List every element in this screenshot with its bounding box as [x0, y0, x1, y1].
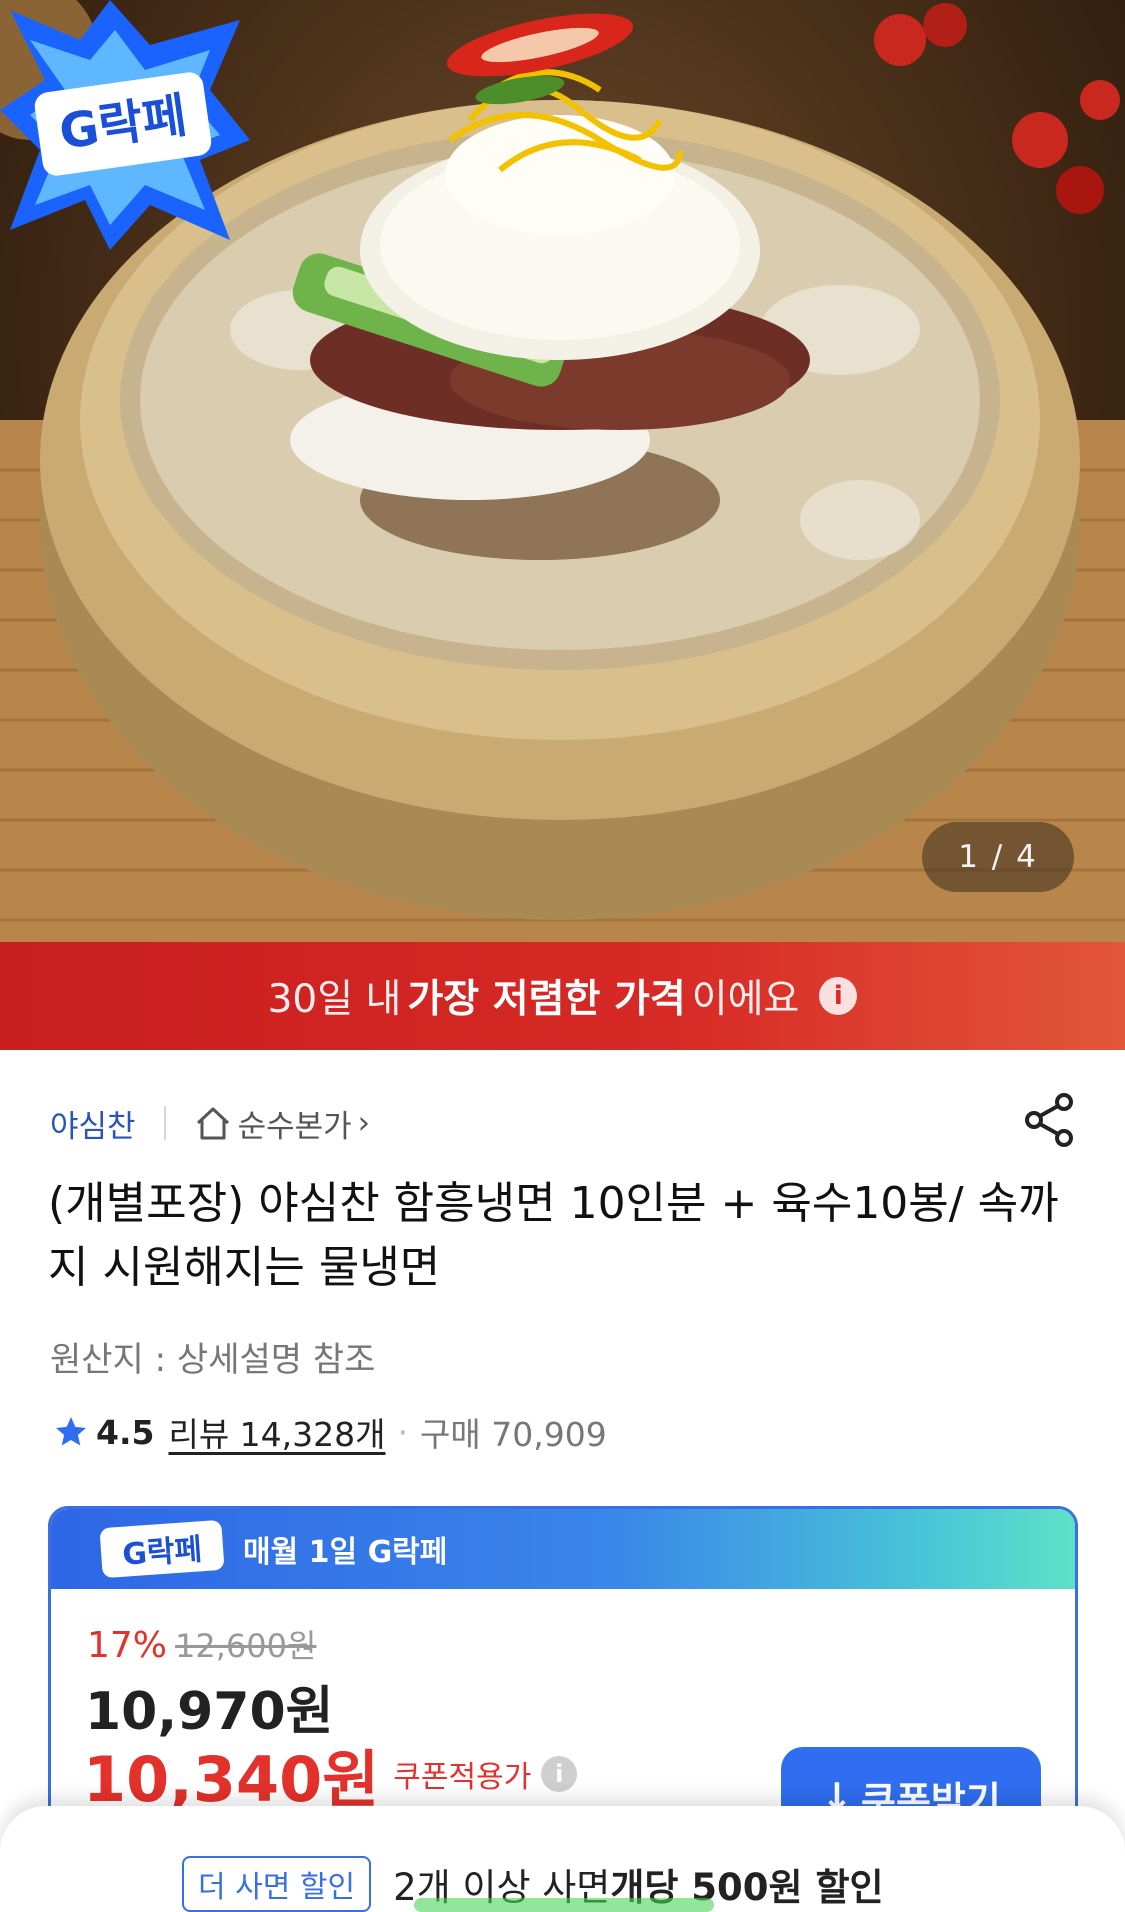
bulk-discount-sheet[interactable]: 더 사면 할인 2개 이상 사면 개당 500원 할인 [0, 1806, 1125, 1912]
svg-text:G락페: G락페 [121, 1532, 203, 1572]
store-home-link[interactable]: 순수본가 › [194, 1101, 371, 1146]
banner-text-suffix: 이에요 [691, 977, 800, 1022]
image-counter: 1 / 4 [922, 822, 1074, 892]
banner-text-bold: 가장 저렴한 가격 [407, 977, 686, 1022]
seller-name[interactable]: 야심찬 [50, 1101, 136, 1146]
review-count-link[interactable]: 리뷰 14,328개 [168, 1408, 385, 1456]
rating-score: 4.5 [96, 1412, 155, 1452]
g-festival-logo-icon: G락페 [100, 1520, 224, 1578]
bulk-discount-tag: 더 사면 할인 [182, 1856, 372, 1912]
product-image[interactable]: G락페 1 / 4 [0, 0, 1125, 942]
info-icon[interactable]: i [819, 977, 858, 1015]
coupon-info-icon[interactable]: i [541, 1756, 578, 1792]
deal-header: G락페 매월 1일 G락페 [51, 1509, 1075, 1589]
divider [163, 1106, 166, 1140]
chevron-right-icon: › [357, 1105, 371, 1141]
coupon-price-label: 쿠폰적용가 [393, 1760, 532, 1795]
store-home-label: 순수본가 [237, 1108, 352, 1145]
g-festival-badge-icon: G락페 [0, 0, 250, 250]
share-icon[interactable] [1020, 1090, 1080, 1150]
purchase-count: 구매 70,909 [420, 1415, 607, 1454]
origin-info: 원산지 : 상세설명 참조 [50, 1340, 376, 1380]
seller-row: 야심찬 순수본가 › [50, 1098, 370, 1148]
original-price: 12,600원 [175, 1627, 317, 1665]
deal-title: 매월 1일 G락페 [243, 1535, 448, 1570]
star-icon [56, 1417, 86, 1446]
separator: · [397, 1412, 409, 1452]
home-icon [196, 1107, 229, 1140]
product-title: (개별포장) 야심찬 함흥냉면 10인분 + 육수10봉/ 속까지 시원해지는 … [48, 1178, 1059, 1293]
lowest-price-banner[interactable]: 30일 내 가장 저렴한 가격 이에요 i [0, 942, 1125, 1050]
rating-row: 4.5 리뷰 14,328개 · 구매 70,909 [52, 1408, 607, 1456]
sheet-handle [414, 1898, 714, 1912]
discount-rate: 17% [87, 1625, 168, 1666]
banner-text-prefix: 30일 내 [267, 977, 402, 1022]
discount-row: 17% 12,600원 [87, 1621, 316, 1667]
